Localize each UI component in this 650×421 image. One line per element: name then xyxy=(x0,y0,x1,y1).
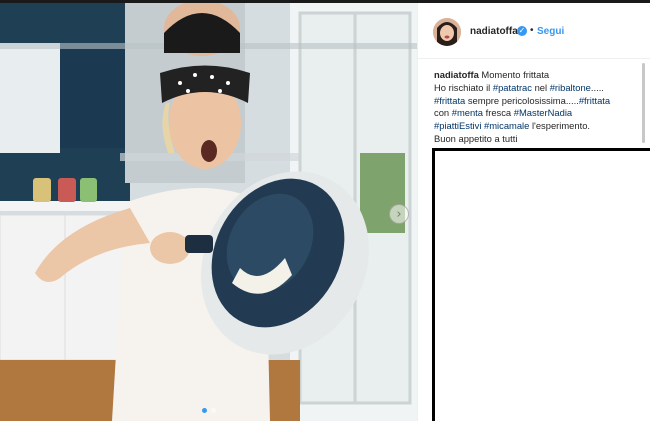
hashtag-link[interactable]: #MasterNadia xyxy=(514,107,572,118)
username-link[interactable]: nadiatoffa xyxy=(470,26,518,37)
hashtag-link[interactable]: #ribaltone xyxy=(550,82,591,93)
hashtag-link[interactable]: #micamale xyxy=(484,120,529,131)
caption-scrollbar[interactable] xyxy=(642,63,645,143)
carousel-dots xyxy=(0,408,417,413)
hashtag-link[interactable]: #patatrac xyxy=(493,82,532,93)
hashtag-link[interactable]: #menta xyxy=(452,107,483,118)
caption-line: con #menta fresca #MasterNadia xyxy=(434,107,644,120)
caption-text: ..... xyxy=(590,81,604,93)
photo-illustration xyxy=(0,3,417,421)
hashtag-link[interactable]: #frittata xyxy=(579,95,610,106)
follow-button[interactable]: Segui xyxy=(537,26,564,37)
chevron-right-icon: › xyxy=(396,206,402,222)
caption-line: Buon appetito a tutti xyxy=(434,133,644,146)
verified-icon: ✓ xyxy=(517,26,527,36)
hashtag-link[interactable]: #frittata xyxy=(434,95,465,106)
caption-text: Ho rischiato il xyxy=(434,81,493,93)
post-photo[interactable]: › xyxy=(0,3,417,421)
carousel-dot[interactable] xyxy=(201,408,207,413)
caption-username[interactable]: nadiatoffa xyxy=(434,69,481,80)
carousel-dot[interactable] xyxy=(210,408,216,413)
caption-line: Ho rischiato il #patatrac nel #ribaltone… xyxy=(434,82,644,95)
caption-text: fresca xyxy=(483,107,514,119)
comments-area xyxy=(432,148,650,421)
hashtag-link[interactable]: #piattiEstivi xyxy=(434,120,481,131)
caption-line: #piattiEstivi #micamale l'esperimento. xyxy=(434,120,644,133)
avatar[interactable] xyxy=(433,18,461,46)
caption-text: l'esperimento. xyxy=(529,120,591,132)
post-caption: nadiatoffa Momento frittata Ho rischiato … xyxy=(434,69,644,146)
caption-text: Momento frittata xyxy=(481,69,550,80)
next-photo-button[interactable]: › xyxy=(389,204,409,224)
avatar-image xyxy=(433,18,461,46)
caption-text: con xyxy=(434,107,452,119)
post-header: nadiatoffa ✓ • Segui xyxy=(418,3,650,59)
caption-text: nel xyxy=(531,81,550,93)
caption-text: Buon appetito a tutti xyxy=(434,132,518,144)
separator-dot: • xyxy=(530,25,534,36)
post-sidebar: nadiatoffa ✓ • Segui nadiatoffa Momento … xyxy=(417,3,650,421)
caption-text: sempre pericolosissima..... xyxy=(465,94,579,106)
caption-line: nadiatoffa Momento frittata xyxy=(434,69,644,82)
caption-line: #frittata sempre pericolosissima.....#fr… xyxy=(434,95,644,108)
